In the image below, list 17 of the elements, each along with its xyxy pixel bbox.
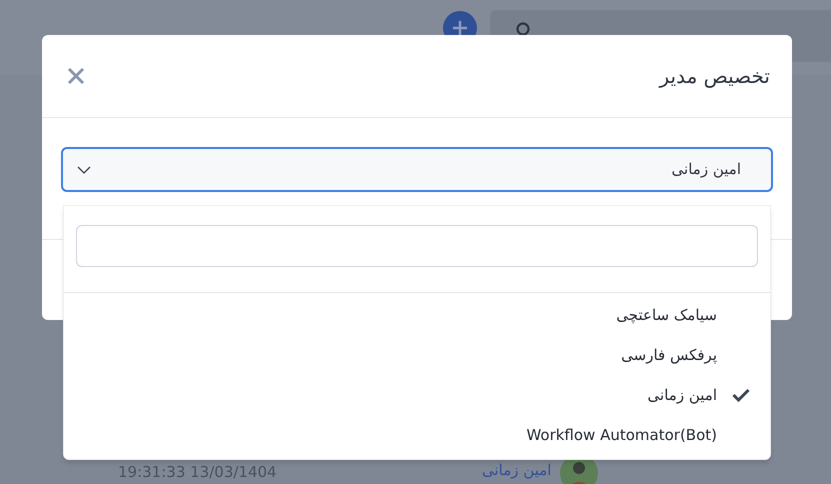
search-field[interactable] [76,225,758,267]
option-item[interactable]: امین زمانی [64,375,770,415]
option-item[interactable]: پرفکس فارسی [64,335,770,375]
option-label: پرفکس فارسی [621,344,717,366]
chevron-down-icon [77,166,91,174]
dialog-title: تخصیص مدیر [659,63,770,90]
select-value: امین زمانی [672,159,741,180]
search-icon [516,22,531,37]
timestamp: 19:31:33 13/03/1404 [118,462,277,483]
manager-select[interactable]: امین زمانی [61,147,773,192]
plus-icon [451,19,469,37]
option-label: Workflow Automator(Bot) [526,424,717,446]
option-item[interactable]: سیامک ساعتچی [64,295,770,335]
option-label: امین زمانی [648,384,717,406]
close-icon [67,67,85,85]
option-label: سیامک ساعتچی [616,304,717,326]
option-item[interactable]: Workflow Automator(Bot) [64,415,770,455]
